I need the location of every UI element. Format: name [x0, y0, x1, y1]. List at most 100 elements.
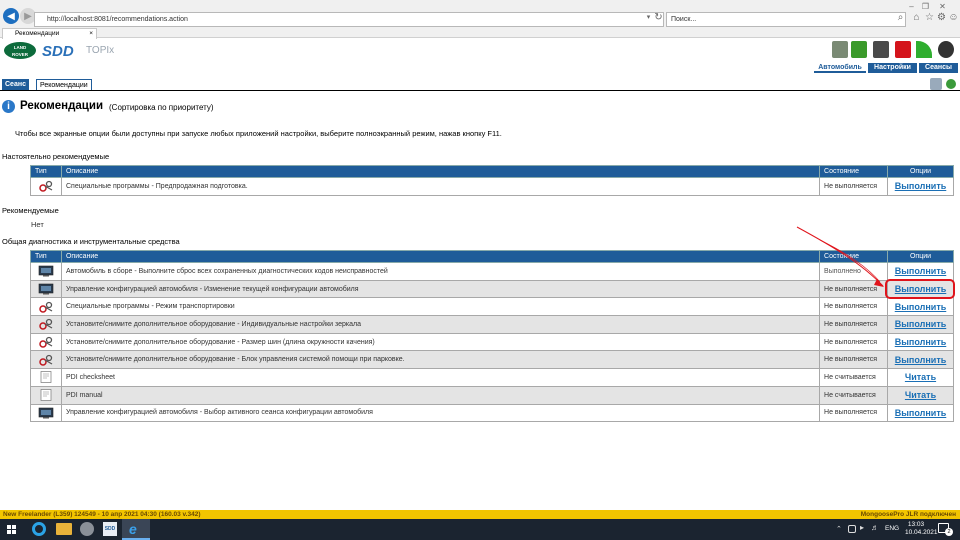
sdd-logo: SDD: [42, 43, 74, 60]
printer-icon[interactable]: [873, 41, 889, 58]
run-link[interactable]: Выполнить: [895, 319, 947, 329]
row-options-cell: Выполнить: [887, 279, 954, 299]
minimize-icon[interactable]: –: [906, 1, 917, 12]
address-bar[interactable]: http://localhost:8081/recommendations.ac…: [34, 12, 664, 27]
run-link[interactable]: Выполнить: [895, 355, 947, 365]
tray-chevron-icon[interactable]: ⌃: [836, 525, 842, 533]
row-options-cell: Выполнить: [887, 403, 954, 423]
manual-icon[interactable]: [895, 41, 911, 58]
tools-icon: [39, 319, 53, 331]
refresh-page-icon[interactable]: [946, 79, 956, 89]
row-type-cell: [30, 262, 62, 281]
table-row: Управление конфигурацией автомобиля - Из…: [30, 279, 954, 299]
tools-icon: [39, 354, 53, 366]
jlr-app-icon[interactable]: [80, 522, 94, 536]
page-subtitle: (Сортировка по приоритету): [109, 103, 214, 112]
col-state: Состояние: [819, 250, 888, 263]
back-icon[interactable]: ◀: [3, 8, 19, 24]
row-state: Не выполняется: [819, 297, 888, 317]
status-vehicle: New Freelander (L359) 124549 - 10 апр 20…: [3, 511, 201, 518]
col-options: Опции: [887, 250, 954, 263]
section-bar: Сеанс Рекомендации: [0, 78, 960, 91]
row-description: Установите/снимите дополнительное оборуд…: [60, 315, 821, 334]
print-icon[interactable]: [930, 78, 942, 90]
tab-vehicle[interactable]: Автомобиль: [814, 63, 866, 73]
edge-icon[interactable]: [32, 522, 46, 536]
refresh-icon[interactable]: ↻: [653, 12, 664, 23]
run-link[interactable]: Выполнить: [895, 284, 947, 294]
restore-icon[interactable]: ❐: [920, 1, 931, 12]
table-row: Специальные программы - Режим транспорти…: [30, 297, 954, 317]
col-type: Тип: [30, 165, 62, 178]
monitor-icon: [38, 266, 54, 277]
monitor-icon: [38, 407, 54, 419]
close-window-icon[interactable]: ✕: [937, 1, 948, 12]
document-icon: [40, 371, 52, 384]
search-placeholder: Поиск...: [671, 16, 697, 23]
tab-session[interactable]: Сеанс: [2, 79, 29, 90]
network-icon[interactable]: ▸: [860, 523, 864, 532]
disconnect-icon[interactable]: [938, 41, 954, 58]
run-link[interactable]: Выполнить: [895, 302, 947, 312]
close-tab-icon[interactable]: ×: [89, 29, 93, 39]
smiley-icon[interactable]: ☺: [948, 12, 959, 23]
row-type-cell: [30, 279, 62, 299]
row-type-cell: [30, 315, 62, 334]
notification-count: 2: [945, 528, 953, 536]
table-row: PDI manual Не считывается Читать: [30, 385, 954, 405]
row-options-cell: Выполнить: [887, 315, 954, 334]
check-icon[interactable]: [851, 41, 867, 58]
row-type-cell: [30, 403, 62, 423]
row-state: Не выполняется: [819, 279, 888, 299]
run-link[interactable]: Читать: [905, 372, 936, 382]
row-description: Управление конфигурацией автомобиля - Вы…: [60, 403, 821, 423]
status-bar: New Freelander (L359) 124549 - 10 апр 20…: [0, 510, 960, 519]
taskbar: SDD e ⌃ ▸ ♬ ENG 13:03 10.04.2021 2: [0, 519, 960, 540]
clock[interactable]: 13:03 10.04.2021: [905, 521, 938, 537]
language-indicator[interactable]: ENG: [885, 525, 899, 532]
tools-icon: [39, 181, 53, 193]
run-link[interactable]: Выполнить: [895, 181, 947, 191]
table-row: Специальные программы - Предпродажная по…: [30, 177, 954, 196]
ie-icon: e: [129, 521, 137, 537]
browser-chrome: ◀ ▶ http://localhost:8081/recommendation…: [0, 0, 960, 39]
table-row: Управление конфигурацией автомобиля - Вы…: [30, 403, 954, 423]
run-link[interactable]: Выполнить: [895, 337, 947, 347]
section-heading-recommended: Рекомендуемые: [2, 206, 59, 215]
sdd-app-icon[interactable]: SDD: [103, 522, 117, 536]
tab-recommendations[interactable]: Рекомендации: [36, 79, 92, 90]
favorites-icon[interactable]: ☆: [924, 12, 935, 23]
search-icon[interactable]: ⌕: [895, 12, 906, 23]
land-rover-logo: LAND ROVER: [4, 42, 36, 59]
table-row: Установите/снимите дополнительное оборуд…: [30, 350, 954, 370]
monitor-icon: [38, 283, 54, 295]
start-icon[interactable]: [7, 525, 16, 534]
tab-settings[interactable]: Настройки: [868, 63, 917, 73]
row-type-cell: [30, 368, 62, 387]
row-description: PDI manual: [60, 385, 821, 405]
col-description: Описание: [60, 250, 821, 263]
run-link[interactable]: Выполнить: [895, 408, 947, 418]
browser-tab[interactable]: Рекомендации ×: [2, 28, 97, 39]
vehicle-book-icon[interactable]: [832, 41, 848, 58]
clock-date: 10.04.2021: [905, 529, 938, 536]
row-state: Не выполняется: [819, 403, 888, 423]
gear-icon[interactable]: ⚙: [936, 12, 947, 23]
col-state: Состояние: [819, 165, 888, 178]
section-heading-strong: Настоятельно рекомендуемые: [2, 152, 110, 161]
strong-recommendations-table: Тип Описание Состояние Опции Специальные…: [30, 165, 954, 196]
connection-icon[interactable]: [916, 41, 932, 58]
ie-taskbar-button[interactable]: e: [122, 519, 150, 540]
run-link[interactable]: Читать: [905, 390, 936, 400]
volume-icon[interactable]: ♬: [871, 523, 879, 532]
home-icon[interactable]: ⌂: [911, 12, 922, 23]
search-input[interactable]: Поиск...: [666, 12, 906, 27]
folder-icon[interactable]: [56, 523, 72, 535]
general-tools-table: Тип Описание Состояние Опции Автомобиль …: [30, 250, 954, 423]
battery-icon[interactable]: [848, 525, 856, 533]
row-options-cell: Читать: [887, 368, 954, 387]
run-link[interactable]: Выполнить: [895, 266, 947, 276]
row-description: Специальные программы - Предпродажная по…: [60, 177, 821, 196]
row-state: Выполнено: [819, 262, 888, 281]
tab-sessions[interactable]: Сеансы: [919, 63, 958, 73]
